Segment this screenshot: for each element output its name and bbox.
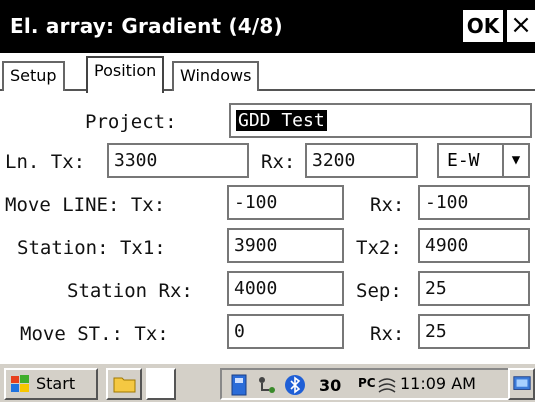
tab-windows[interactable]: Windows [172, 61, 260, 91]
windows-flag-icon [11, 375, 29, 392]
window-title: El. array: Gradient (4/8) [10, 14, 283, 38]
desktop-icon [513, 376, 531, 390]
blank-task-button[interactable] [146, 368, 176, 400]
clock[interactable]: 11:09 AM [400, 370, 476, 398]
tab-position[interactable]: Position [86, 56, 165, 93]
project-field[interactable]: GDD Test [229, 103, 532, 138]
ln-tx-field[interactable]: 3300 [107, 143, 249, 178]
ok-button[interactable]: OK [463, 10, 503, 42]
station-rx-field[interactable]: 4000 [227, 271, 344, 306]
move-st-tx-field[interactable]: 0 [227, 314, 344, 349]
close-button[interactable]: × [507, 10, 535, 42]
station-rx-label: Station Rx: [67, 280, 193, 302]
pc-connection-icon[interactable]: PC [358, 376, 376, 390]
direction-select[interactable]: E-W ▼ [437, 143, 530, 178]
station-tx1-label: Station: Tx1: [17, 237, 166, 259]
show-desktop-button[interactable] [508, 368, 535, 400]
keyboard-icon[interactable] [230, 374, 248, 396]
move-line-tx-field[interactable]: -100 [227, 185, 344, 220]
project-value: GDD Test [236, 110, 327, 131]
folder-icon [113, 377, 136, 393]
direction-value: E-W [447, 150, 480, 171]
tab-setup[interactable]: Setup [2, 61, 65, 91]
position-panel: Project: GDD Test Ln. Tx: 3300 Rx: 3200 … [0, 91, 535, 362]
move-line-rx-label: Rx: [370, 194, 405, 216]
move-st-rx-field[interactable]: 25 [418, 314, 530, 349]
move-st-tx-label: Move ST.: Tx: [20, 323, 169, 345]
tx2-field[interactable]: 4900 [418, 228, 530, 263]
taskbar: Start 30 PC 11:09 AM [0, 362, 535, 402]
volume-icon[interactable]: 30 [318, 374, 348, 396]
move-line-tx-label: Move LINE: Tx: [5, 194, 166, 216]
move-st-rx-label: Rx: [370, 323, 405, 345]
start-label: Start [36, 374, 76, 393]
rx-label: Rx: [261, 151, 296, 173]
sep-field[interactable]: 25 [418, 271, 530, 306]
start-button[interactable]: Start [4, 368, 98, 400]
title-bar: El. array: Gradient (4/8) OK × [0, 0, 535, 53]
system-tray: 30 PC 11:09 AM [220, 368, 510, 400]
move-line-rx-field[interactable]: -100 [418, 185, 530, 220]
ln-tx-label: Ln. Tx: [5, 151, 86, 173]
tx2-label: Tx2: [356, 237, 402, 259]
project-label: Project: [85, 111, 177, 133]
explorer-task-button[interactable] [106, 368, 142, 400]
rx-field[interactable]: 3200 [305, 143, 418, 178]
bluetooth-icon[interactable] [284, 374, 306, 396]
network-icon[interactable] [256, 374, 278, 396]
tab-strip: Setup Position Windows [0, 53, 535, 93]
sep-label: Sep: [356, 280, 402, 302]
signal-icon[interactable] [376, 374, 398, 396]
station-tx1-field[interactable]: 3900 [227, 228, 344, 263]
chevron-down-icon[interactable]: ▼ [502, 145, 528, 176]
svg-text:30: 30 [319, 376, 341, 395]
